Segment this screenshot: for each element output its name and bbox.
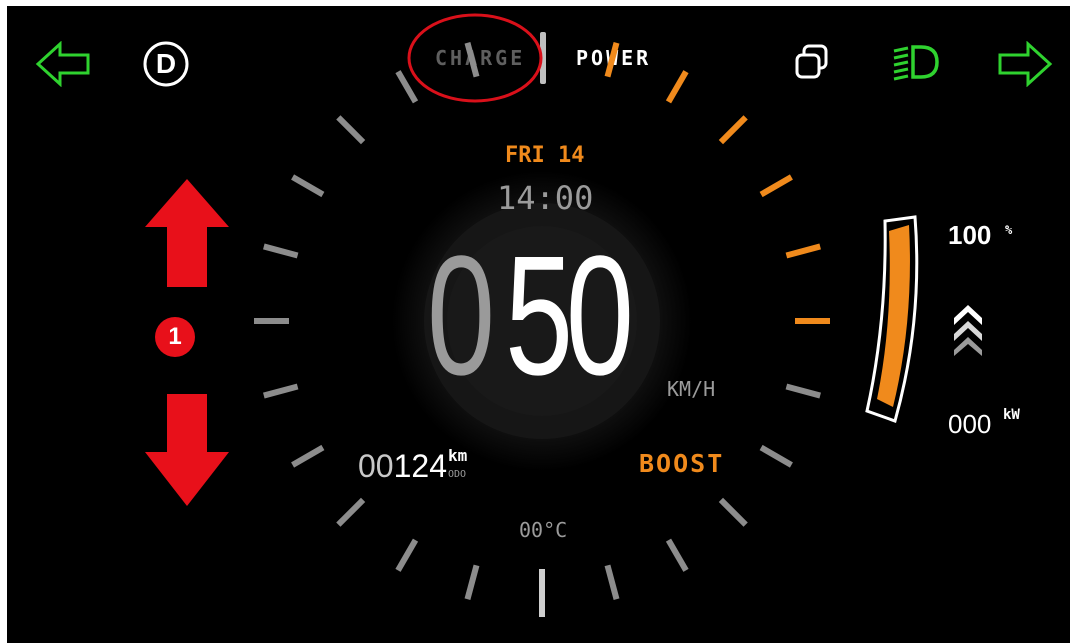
gauge-tick bbox=[464, 564, 480, 600]
gear-indicator: 1 bbox=[155, 317, 195, 357]
odometer-number: 124 bbox=[393, 448, 447, 484]
gauge-tick-bottom bbox=[539, 569, 545, 617]
dashboard-screen: D CHARGE POWER FRI bbox=[7, 6, 1070, 643]
gauge-tick-active bbox=[665, 70, 689, 104]
gauge-tick-active bbox=[759, 174, 793, 198]
gear-down-arrow-icon[interactable] bbox=[145, 394, 229, 506]
speed-leading-digit: 0 bbox=[427, 221, 495, 411]
gauge-tick bbox=[665, 538, 689, 572]
gauge-tick bbox=[336, 115, 366, 145]
temperature-label: 00°C bbox=[519, 518, 568, 542]
power-kw-unit: kW bbox=[1003, 407, 1020, 423]
odometer-leading: 00 bbox=[358, 448, 394, 484]
battery-gauge bbox=[865, 215, 919, 423]
gauge-tick bbox=[291, 444, 325, 468]
gauge-tick bbox=[759, 444, 793, 468]
gauge-tick bbox=[263, 383, 299, 399]
odometer-label: ODO bbox=[448, 469, 467, 480]
boost-mode-label: BOOST bbox=[639, 449, 725, 478]
gauge-tick bbox=[464, 42, 480, 78]
gear-up-arrow-icon[interactable] bbox=[145, 179, 229, 289]
chevrons-up-icon bbox=[954, 305, 982, 356]
battery-percent-unit: % bbox=[1005, 223, 1013, 237]
gauge-tick bbox=[718, 497, 748, 527]
gauge-tick bbox=[336, 497, 366, 527]
gauge-tick-active bbox=[785, 243, 821, 259]
gauge-tick bbox=[395, 70, 419, 104]
gauge-tick bbox=[785, 383, 821, 399]
speed-readout: 0 50 bbox=[427, 221, 647, 411]
gauge-tick bbox=[395, 538, 419, 572]
time-label: 14:00 bbox=[497, 179, 594, 217]
gauge-tick bbox=[291, 174, 325, 198]
power-kw-value: 000 bbox=[948, 409, 992, 439]
speed-value: 50 bbox=[505, 221, 634, 411]
gauge-tick-active bbox=[718, 115, 748, 145]
gauge-tick bbox=[604, 564, 620, 600]
battery-percent-value: 100 bbox=[948, 220, 992, 250]
date-label: FRI 14 bbox=[505, 143, 585, 168]
odometer-value: 00124 bbox=[358, 450, 447, 482]
gauge-tick bbox=[263, 243, 299, 259]
speed-unit: KM/H bbox=[667, 377, 716, 401]
odometer-unit: km bbox=[448, 446, 468, 465]
gauge-tick-active bbox=[604, 42, 620, 78]
